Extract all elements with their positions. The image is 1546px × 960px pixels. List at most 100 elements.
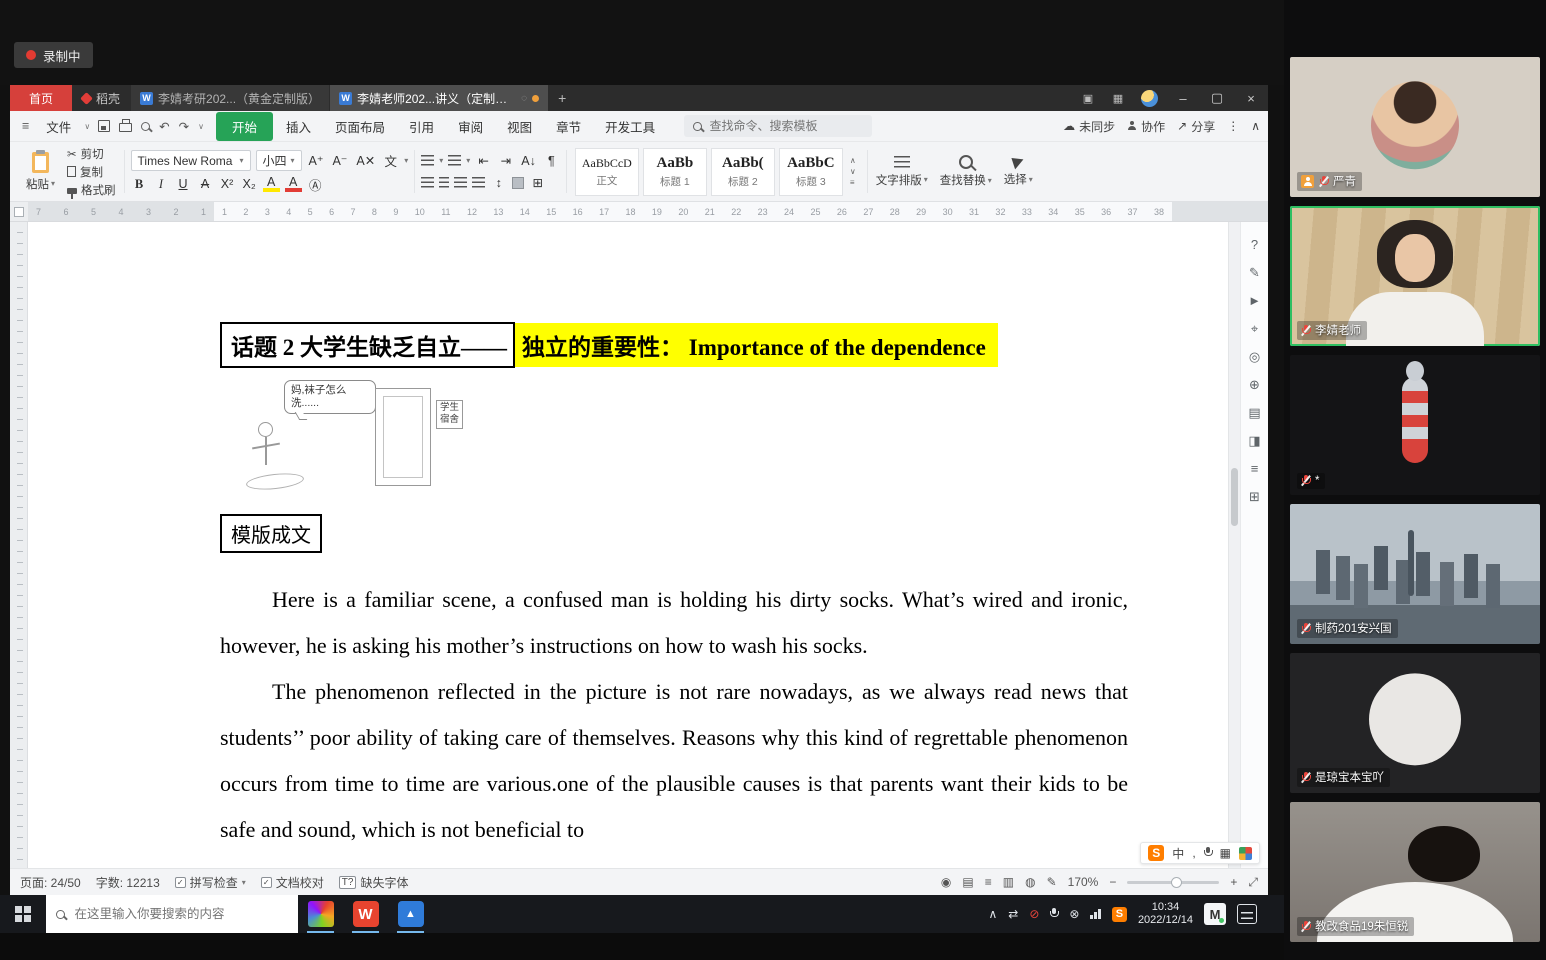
document-tab-1[interactable]: W 李婧考研202...（黄金定制版）: [131, 85, 329, 111]
print-preview-icon[interactable]: [141, 122, 150, 131]
document-tab-2[interactable]: W 李婧老师202...讲义（定制版） ◌: [330, 85, 548, 111]
justify-icon[interactable]: [472, 177, 485, 188]
horizontal-ruler[interactable]: 7 6 5 4 3 2 1 1 2 3 4 5 6 7 8 9 10 11 12…: [10, 202, 1268, 222]
decrease-indent-button[interactable]: ⇤: [475, 152, 492, 170]
ime-voice-icon[interactable]: [1204, 847, 1212, 859]
ribbon-tab-page-layout[interactable]: 页面布局: [324, 113, 396, 140]
ime-keyboard-icon[interactable]: ▦: [1220, 846, 1231, 860]
italic-button[interactable]: I: [153, 175, 170, 193]
ribbon-tab-developer[interactable]: 开发工具: [594, 113, 666, 140]
account-avatar[interactable]: [1141, 90, 1158, 107]
highlight-color-button[interactable]: A: [263, 177, 280, 192]
command-search[interactable]: [684, 115, 872, 137]
taskbar-search-input[interactable]: [73, 906, 289, 922]
ime-language-indicator[interactable]: 中: [1172, 845, 1184, 862]
command-search-input[interactable]: [708, 118, 864, 134]
mail-icon[interactable]: M: [1204, 903, 1226, 925]
phonetic-guide-button[interactable]: 文: [382, 152, 399, 170]
font-size-select[interactable]: 小四 ▾: [256, 150, 302, 171]
taskbar-app-meeting[interactable]: ▲: [388, 895, 433, 933]
zoom-slider[interactable]: [1127, 881, 1219, 884]
spellcheck-toggle[interactable]: ✓ 拼写检查 ▾: [175, 874, 246, 891]
workspace-grid-icon[interactable]: ▦: [1103, 85, 1133, 111]
capture-icon[interactable]: ▣: [1073, 85, 1103, 111]
new-tab-button[interactable]: +: [548, 85, 576, 111]
undo-icon[interactable]: ↶: [159, 119, 169, 134]
zoom-level[interactable]: 170%: [1068, 875, 1099, 889]
tab-docer[interactable]: 稻壳: [72, 85, 130, 111]
tray-volume-muted-icon[interactable]: ⊗: [1069, 908, 1079, 920]
heading-boxed-text[interactable]: 话题 2 大学生缺乏自立——: [220, 322, 515, 368]
tray-ethernet-icon[interactable]: ⇄: [1008, 908, 1018, 920]
gallery-menu-icon[interactable]: ≡: [850, 178, 856, 187]
show-marks-button[interactable]: ¶: [543, 152, 560, 170]
table-tool-icon[interactable]: ⊞: [1249, 490, 1260, 503]
scrollbar-thumb[interactable]: [1231, 468, 1238, 526]
locate-icon[interactable]: ⌖: [1251, 322, 1258, 335]
participant-tile-2-active-speaker[interactable]: 李婧老师: [1290, 206, 1540, 346]
zoom-slider-thumb[interactable]: [1171, 877, 1182, 888]
vertical-ruler[interactable]: [10, 222, 28, 868]
sync-status[interactable]: ☁ 未同步: [1063, 118, 1115, 135]
web-layout-icon[interactable]: ◍: [1025, 875, 1035, 889]
save-icon[interactable]: [98, 120, 110, 132]
tray-sogou-icon[interactable]: S: [1112, 907, 1127, 922]
borders-button[interactable]: ⊞: [529, 174, 546, 192]
style-heading-2[interactable]: AaBb( 标题 2: [711, 148, 775, 196]
align-left-icon[interactable]: [421, 177, 434, 188]
paragraph-1[interactable]: Here is a familiar scene, a confused man…: [220, 577, 1128, 669]
zoom-in-button[interactable]: +: [1230, 875, 1237, 889]
participant-tile-4[interactable]: 制药201安兴国: [1290, 504, 1540, 644]
participant-tile-6[interactable]: 教改食品19朱恒锐: [1290, 802, 1540, 942]
bold-button[interactable]: B: [131, 175, 148, 193]
sogou-logo[interactable]: S: [1148, 845, 1164, 861]
eye-protect-icon[interactable]: ◉: [941, 875, 951, 889]
ribbon-tab-sections[interactable]: 章节: [545, 113, 592, 140]
redo-icon[interactable]: ↷: [179, 119, 189, 134]
gallery-up-icon[interactable]: ∧: [850, 156, 856, 165]
ribbon-tab-home[interactable]: 开始: [216, 112, 273, 141]
heading-highlighted-text[interactable]: 独立的重要性： Importance of the dependence: [515, 323, 998, 367]
character-border-button[interactable]: Ⓐ: [307, 175, 324, 193]
quick-caret-icon[interactable]: ∨: [198, 122, 204, 131]
format-painter-button[interactable]: 格式刷: [67, 182, 116, 198]
find-replace-button[interactable]: 查找替换 ▾: [934, 145, 998, 198]
paste-button[interactable]: 粘贴 ▾: [20, 152, 61, 192]
superscript-button[interactable]: X²: [219, 175, 236, 193]
cartoon-figure[interactable]: 妈,袜子怎么洗...... 学生宿舍: [242, 380, 467, 498]
page-indicator[interactable]: 页面: 24/50: [20, 874, 81, 891]
file-menu[interactable]: 文件: [35, 113, 82, 140]
subscript-button[interactable]: X₂: [241, 175, 258, 193]
align-right-icon[interactable]: [454, 177, 467, 188]
style-normal[interactable]: AaBbCcD 正文: [575, 148, 639, 196]
zoom-out-button[interactable]: −: [1109, 875, 1116, 889]
increase-indent-button[interactable]: ⇥: [497, 152, 514, 170]
book-view-icon[interactable]: ▥: [1003, 875, 1014, 889]
participant-tile-1[interactable]: 严青: [1290, 57, 1540, 197]
document-page[interactable]: 话题 2 大学生缺乏自立——独立的重要性： Importance of the …: [28, 222, 1228, 868]
numbering-icon[interactable]: [448, 155, 461, 166]
taskbar-search[interactable]: [46, 895, 298, 933]
ime-toolbox-icon[interactable]: [1239, 847, 1252, 860]
style-heading-3[interactable]: AaBbC 标题 3: [779, 148, 843, 196]
print-icon[interactable]: [119, 123, 132, 132]
help-icon[interactable]: ?: [1251, 238, 1258, 251]
ribbon-tab-view[interactable]: 视图: [496, 113, 543, 140]
more-menu-icon[interactable]: ⋮: [1227, 119, 1239, 133]
shading-icon[interactable]: [512, 177, 524, 189]
tab-home[interactable]: 首页: [10, 85, 72, 111]
font-color-button[interactable]: A: [285, 177, 302, 192]
participant-tile-3[interactable]: *: [1290, 355, 1540, 495]
notes-tray-icon[interactable]: [1237, 904, 1257, 924]
close-button[interactable]: ×: [1234, 85, 1268, 111]
proofread-button[interactable]: ✓ 文档校对: [261, 874, 324, 891]
document-heading[interactable]: 话题 2 大学生缺乏自立——独立的重要性： Importance of the …: [220, 322, 1128, 368]
fullscreen-icon[interactable]: ⤢: [1248, 875, 1258, 890]
taskbar-app-wps[interactable]: W: [343, 895, 388, 933]
style-heading-1[interactable]: AaBb 标题 1: [643, 148, 707, 196]
word-count[interactable]: 字数: 12213: [96, 874, 160, 891]
text-layout-button[interactable]: 文字排版 ▾: [870, 145, 934, 198]
sort-button[interactable]: A↓: [519, 152, 538, 170]
copy-button[interactable]: 复制: [67, 164, 116, 180]
ribbon-tab-review[interactable]: 审阅: [447, 113, 494, 140]
